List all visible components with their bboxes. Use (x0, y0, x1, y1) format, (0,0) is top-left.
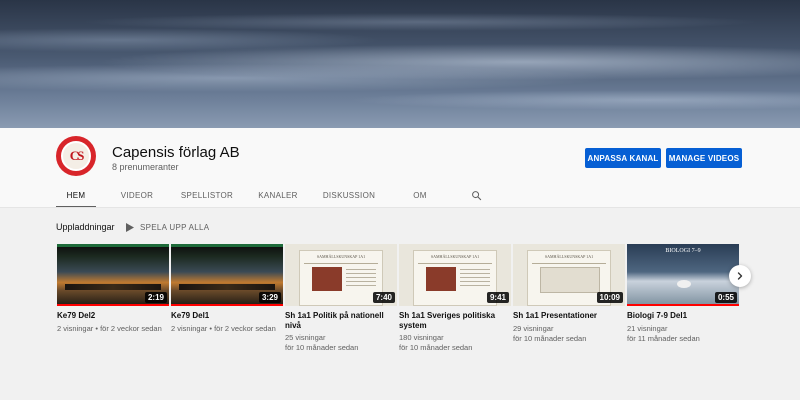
video-thumbnail[interactable]: 2:19 (57, 244, 169, 306)
video-meta: 21 visningar för 11 månader sedan (627, 324, 737, 344)
channel-avatar[interactable]: CS (56, 136, 96, 176)
view-count: 21 visningar (627, 324, 668, 333)
avatar-logo: CS (61, 141, 91, 171)
document-image (426, 267, 456, 291)
tab-videos[interactable]: VIDEOR (96, 182, 178, 208)
video-duration: 3:29 (258, 292, 281, 303)
search-icon (471, 190, 481, 200)
video-thumbnail[interactable]: SAMHÄLLSKUNSKAP 1A1 10:09 (513, 244, 625, 306)
upload-age: för 10 månader sedan (513, 334, 587, 343)
video-title[interactable]: Sh 1a1 Sveriges politiska system (399, 311, 507, 331)
video-title[interactable]: Ke79 Del2 (57, 311, 165, 321)
view-count: 29 visningar (513, 324, 554, 333)
video-thumbnail[interactable]: SAMHÄLLSKUNSKAP 1A1 7:40 (285, 244, 397, 306)
document-page-preview: SAMHÄLLSKUNSKAP 1A1 (413, 250, 497, 306)
upload-age: för 2 veckor sedan (214, 324, 276, 333)
document-image (540, 267, 600, 293)
video-meta: 25 visningar för 10 månader sedan (285, 333, 395, 353)
upload-age: för 11 månader sedan (627, 334, 700, 343)
play-all-label: SPELA UPP ALLA (140, 222, 210, 232)
tab-playlists[interactable]: SPELLISTOR (178, 182, 236, 208)
document-page-preview: SAMHÄLLSKUNSKAP 1A1 (299, 250, 383, 306)
video-meta: 180 visningar för 10 månader sedan (399, 333, 509, 353)
video-title[interactable]: Sh 1a1 Presentationer (513, 311, 621, 321)
video-thumbnail[interactable]: SAMHÄLLSKUNSKAP 1A1 9:41 (399, 244, 511, 306)
upload-age: för 10 månader sedan (399, 343, 473, 352)
video-title[interactable]: Sh 1a1 Politik på nationell nivå (285, 311, 393, 331)
video-meta: 2 visningar • för 2 veckor sedan (171, 324, 276, 333)
view-count: 2 visningar (57, 324, 94, 333)
play-all-button[interactable]: SPELA UPP ALLA (126, 220, 209, 234)
watch-progress-bar (627, 304, 739, 306)
thumbnail-caption: BIOLOGI 7–9 (665, 248, 701, 254)
document-header: SAMHÄLLSKUNSKAP 1A1 (304, 254, 378, 264)
document-image (312, 267, 342, 291)
chevron-right-icon (737, 272, 743, 280)
video-meta: 2 visningar • för 2 veckor sedan (57, 324, 162, 333)
watch-progress-bar (171, 304, 283, 306)
customize-channel-button[interactable]: ANPASSA KANAL (585, 148, 661, 168)
channel-name: Capensis förlag AB (112, 144, 240, 161)
shelf-title[interactable]: Uppladdningar (56, 222, 115, 232)
video-duration: 9:41 (486, 292, 509, 303)
watch-progress-bar (57, 304, 169, 306)
video-title[interactable]: Biologi 7-9 Del1 (627, 311, 735, 321)
document-header: SAMHÄLLSKUNSKAP 1A1 (418, 254, 492, 264)
tab-discussion[interactable]: DISKUSSION (320, 182, 378, 208)
view-count: 2 visningar (171, 324, 208, 333)
video-title[interactable]: Ke79 Del1 (171, 311, 279, 321)
tab-channels[interactable]: KANALER (236, 182, 320, 208)
view-count: 25 visningar (285, 333, 326, 342)
channel-search-button[interactable] (462, 182, 490, 208)
play-icon (126, 222, 134, 232)
video-duration: 7:40 (372, 292, 395, 303)
document-text-lines (346, 269, 376, 289)
video-duration: 10:09 (596, 292, 623, 303)
upload-age: för 10 månader sedan (285, 343, 359, 352)
document-text-lines (460, 269, 490, 289)
video-thumbnail[interactable]: BIOLOGI 7–9 0:55 (627, 244, 739, 306)
manage-videos-button[interactable]: MANAGE VIDEOS (666, 148, 742, 168)
video-duration: 0:55 (714, 292, 737, 303)
video-duration: 2:19 (144, 292, 167, 303)
document-header: SAMHÄLLSKUNSKAP 1A1 (532, 254, 606, 264)
shelf-next-button[interactable] (729, 265, 751, 287)
view-count: 180 visningar (399, 333, 444, 342)
channel-banner (0, 0, 800, 128)
channel-tabs: HEM VIDEOR SPELLISTOR KANALER DISKUSSION… (56, 182, 490, 208)
video-meta: 29 visningar för 10 månader sedan (513, 324, 623, 344)
thumbnail-bird-image (677, 280, 691, 288)
subscriber-count: 8 prenumeranter (112, 162, 179, 172)
tab-home[interactable]: HEM (56, 182, 96, 208)
upload-age: för 2 veckor sedan (100, 324, 162, 333)
video-thumbnail[interactable]: 3:29 (171, 244, 283, 306)
tab-about[interactable]: OM (378, 182, 462, 208)
